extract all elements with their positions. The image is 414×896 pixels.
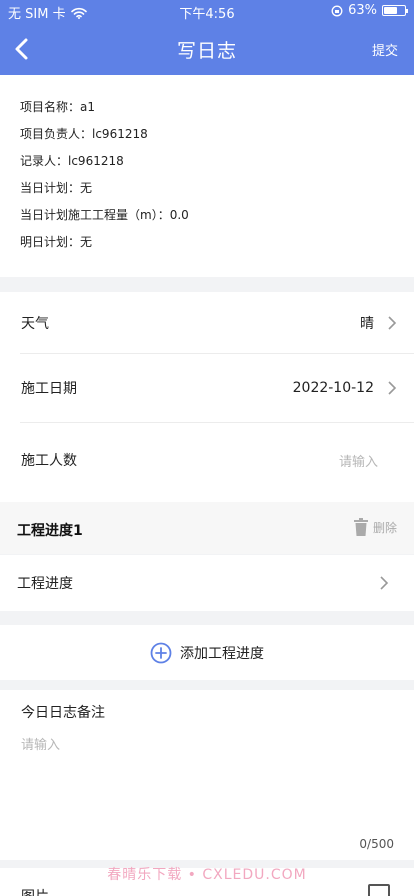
delete-button[interactable]: 删除	[353, 518, 397, 536]
fields-card: 天气 晴 施工日期 2022-10-12 施工人数 请输入	[0, 292, 414, 502]
project-name: 项目名称：a1	[20, 100, 95, 114]
progress-item-label: 工程进度	[17, 576, 73, 592]
add-progress-label: 添加工程进度	[180, 645, 264, 662]
workers-input[interactable]: 请输入	[339, 451, 378, 470]
delete-label: 删除	[372, 520, 397, 535]
recorder: 记录人：lc961218	[20, 154, 124, 168]
today-plan: 当日计划：无	[20, 181, 93, 195]
notes-title: 今日日志备注	[21, 705, 105, 721]
progress-header: 工程进度1 删除	[0, 502, 414, 554]
date-label: 施工日期	[21, 381, 77, 397]
today-plan-quantity: 当日计划施工工程量（m）：0.0	[20, 208, 189, 222]
progress-item-row[interactable]: 工程进度	[0, 555, 414, 611]
date-value: 2022-10-12	[292, 380, 374, 396]
workers-label: 施工人数	[21, 453, 77, 469]
chevron-right-icon	[380, 576, 389, 590]
workers-row[interactable]: 施工人数 请输入	[0, 423, 414, 497]
weather-value: 晴	[360, 315, 374, 332]
notes-char-count: 0/500	[359, 837, 394, 851]
picture-label: 图片	[21, 886, 49, 896]
notes-textarea[interactable]: 请输入	[21, 734, 60, 753]
chevron-right-icon	[388, 315, 397, 330]
battery-percent: 63%	[348, 3, 377, 18]
rotation-lock-icon	[331, 5, 343, 16]
page-title: 写日志	[176, 40, 237, 62]
progress-title: 工程进度1	[17, 523, 83, 539]
weather-row[interactable]: 天气 晴	[0, 292, 414, 353]
submit-button[interactable]: 提交	[372, 40, 398, 59]
app-header: 无 SIM 卡 下午4:56 63% 写日志 提交	[0, 0, 414, 75]
status-bar: 无 SIM 卡 下午4:56 63%	[0, 0, 414, 22]
add-picture-icon[interactable]	[368, 884, 390, 896]
date-row[interactable]: 施工日期 2022-10-12	[0, 354, 414, 422]
battery-icon	[382, 5, 408, 16]
add-progress-button[interactable]: 添加工程进度	[0, 625, 414, 680]
status-right: 63%	[331, 3, 408, 18]
project-owner: 项目负责人：lc961218	[20, 127, 148, 141]
battery-fill	[384, 7, 397, 14]
weather-label: 天气	[21, 315, 49, 332]
project-info-card: 项目名称：a1 项目负责人：lc961218 记录人：lc961218 当日计划…	[0, 75, 414, 277]
progress-item-card: 工程进度	[0, 555, 414, 611]
notes-card: 今日日志备注 请输入 0/500	[0, 690, 414, 860]
add-circle-icon	[150, 642, 172, 663]
chevron-right-icon	[388, 381, 397, 395]
trash-icon	[353, 518, 368, 536]
tomorrow-plan: 明日计划：无	[20, 235, 93, 249]
watermark-text: 春晴乐下载 • CXLEDU.COM	[107, 867, 307, 883]
